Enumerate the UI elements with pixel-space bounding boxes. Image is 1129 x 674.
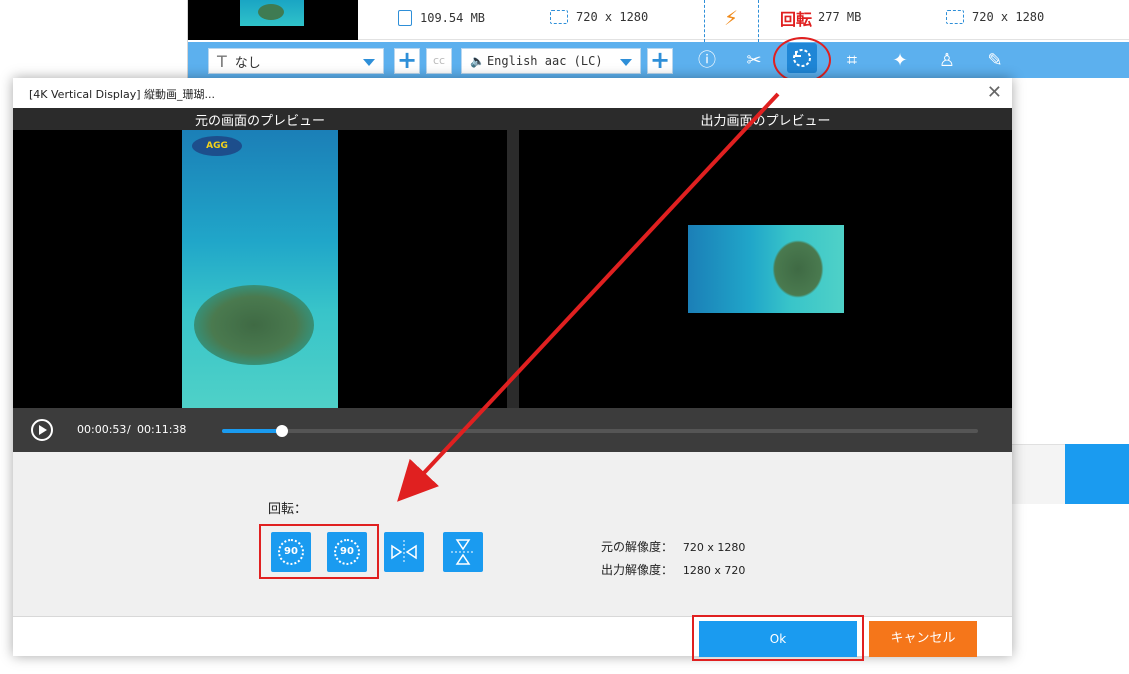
- output-resolution-row: 出力解像度： 1280 x 720: [601, 561, 745, 578]
- output-resolution-info: 720 x 1280: [946, 10, 1044, 24]
- preview-area: 元の画面のプレビュー 出力画面のプレビュー AGG: [13, 108, 1012, 408]
- annotation-box-rotate: [259, 524, 379, 579]
- annotation-box-ok: [692, 615, 864, 661]
- stamp-icon[interactable]: ♙: [935, 50, 959, 72]
- total-time: 00:11:38: [137, 423, 187, 436]
- add-audio-button[interactable]: +: [647, 48, 673, 74]
- cc-button[interactable]: cc: [426, 48, 452, 74]
- flip-horizontal-icon: [391, 540, 417, 564]
- source-resolution: 720 x 1280: [576, 10, 649, 24]
- audio-track-value: English aac (LC): [486, 54, 603, 68]
- output-video-frame: [688, 225, 844, 313]
- lightning-icon[interactable]: ⚡: [724, 6, 738, 30]
- add-subtitle-button[interactable]: +: [394, 48, 420, 74]
- player-controls: 00:00:53 / 00:11:38: [13, 408, 1012, 452]
- edit-icon[interactable]: ✎: [983, 50, 1007, 72]
- rotation-controls: 回転： 90 90 元の解像度： 720 x 1280 出力解像度： 1280 …: [13, 452, 1012, 616]
- original-resolution-label: 元の解像度：: [601, 540, 674, 554]
- coral-image: [768, 235, 828, 303]
- audio-track-select[interactable]: 🔈 English aac (LC): [461, 48, 641, 74]
- original-preview: AGG: [13, 130, 507, 408]
- dialog-footer: Ok キャンセル: [13, 615, 1012, 661]
- coral-image: [194, 285, 314, 365]
- play-icon[interactable]: [31, 419, 53, 441]
- output-resolution-label: 出力解像度：: [601, 563, 674, 577]
- crop-icon[interactable]: ⌗: [840, 50, 864, 72]
- source-file-size: 109.54 MB: [420, 11, 486, 25]
- speaker-icon: 🔈: [470, 54, 485, 68]
- original-resolution-row: 元の解像度： 720 x 1280: [601, 538, 745, 555]
- dialog-title: [4K Vertical Display] 縦動画_珊瑚...: [29, 88, 215, 101]
- output-preview-header: 出力画面のプレビュー: [700, 114, 831, 129]
- subtitle-select-value: なし: [234, 55, 261, 71]
- annotation-circle: [773, 37, 831, 83]
- subtitle-select[interactable]: T なし: [208, 48, 384, 74]
- chevron-down-icon: [620, 59, 632, 66]
- output-resolution: 720 x 1280: [972, 10, 1045, 24]
- magic-wand-icon[interactable]: ✦: [888, 50, 912, 72]
- text-icon: T: [217, 51, 227, 71]
- background-blue-button[interactable]: [1065, 444, 1129, 504]
- output-resolution-value: 1280 x 720: [682, 564, 746, 577]
- video-thumbnail[interactable]: [188, 0, 358, 40]
- close-icon[interactable]: ✕: [987, 82, 1002, 103]
- time-separator: /: [127, 423, 131, 436]
- seek-bar[interactable]: [222, 425, 978, 437]
- current-time: 00:00:53: [77, 423, 127, 436]
- edit-toolbar: T なし + cc 🔈 English aac (LC) + ⓘ ✂ ⌗ ✦ ♙…: [188, 42, 1129, 78]
- source-size-info: 109.54 MB: [398, 10, 485, 26]
- info-icon[interactable]: ⓘ: [695, 50, 719, 72]
- video-logo: AGG: [192, 136, 242, 156]
- resolution-icon: [550, 10, 568, 24]
- original-resolution-value: 720 x 1280: [682, 541, 746, 554]
- file-row[interactable]: 109.54 MB 720 x 1280 ⚡ 277 MB 720 x 1280: [188, 0, 1129, 42]
- flip-vertical-icon: [451, 539, 475, 565]
- original-video-frame: AGG: [182, 130, 338, 408]
- flip-horizontal-button[interactable]: [384, 532, 424, 572]
- thumbnail-image: [240, 0, 304, 26]
- output-size-info: 277 MB: [818, 10, 861, 24]
- chevron-down-icon: [363, 59, 375, 66]
- rotation-label: 回転：: [268, 502, 308, 517]
- original-preview-header: 元の画面のプレビュー: [194, 114, 325, 129]
- file-icon: [398, 10, 412, 26]
- dialog-titlebar: [4K Vertical Display] 縦動画_珊瑚... ✕: [13, 78, 1012, 108]
- source-resolution-info: 720 x 1280: [550, 10, 648, 24]
- seek-handle[interactable]: [276, 425, 289, 437]
- output-preview: [519, 130, 1012, 408]
- divider: [704, 0, 705, 42]
- flip-vertical-button[interactable]: [443, 532, 483, 572]
- rotate-dialog: [4K Vertical Display] 縦動画_珊瑚... ✕ 元の画面のプ…: [13, 78, 1012, 661]
- resolution-icon: [946, 10, 964, 24]
- divider: [758, 0, 759, 42]
- scissors-icon[interactable]: ✂: [742, 50, 766, 72]
- annotation-rotate-label: 回転: [778, 6, 815, 30]
- cancel-button[interactable]: キャンセル: [869, 621, 977, 657]
- output-file-size: 277 MB: [818, 10, 862, 24]
- seek-progress: [222, 429, 283, 433]
